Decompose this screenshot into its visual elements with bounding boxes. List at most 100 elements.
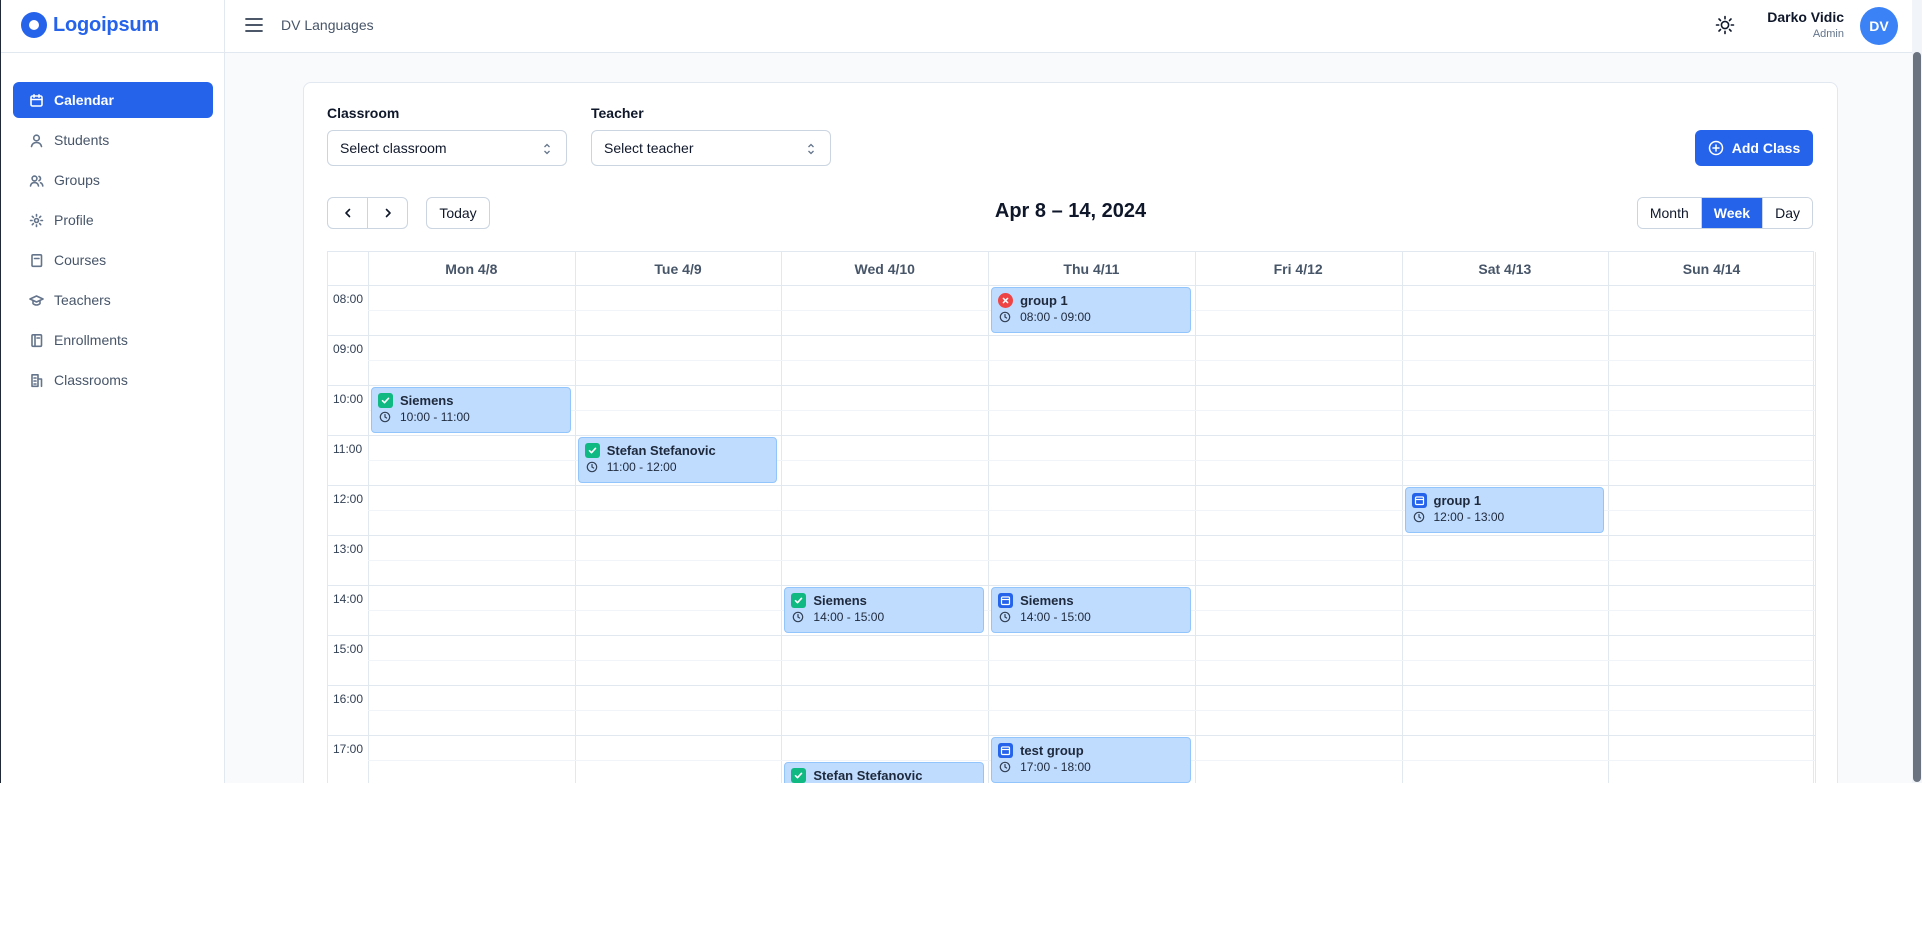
- sidebar-item-classrooms[interactable]: Classrooms: [13, 362, 213, 398]
- grid-column-divider: [574, 252, 576, 783]
- logo-mark-icon: [21, 12, 47, 38]
- calendar-event[interactable]: Siemens 10:00 - 11:00: [371, 387, 571, 433]
- theme-toggle-button[interactable]: [1714, 14, 1736, 36]
- sidebar-item-enrollments[interactable]: Enrollments: [13, 322, 213, 358]
- users-icon: [29, 174, 44, 187]
- time-label: 10:00: [333, 392, 364, 406]
- scrollbar[interactable]: [1912, 0, 1922, 783]
- scrollbar-thumb[interactable]: [1913, 52, 1921, 782]
- event-title: test group: [1020, 743, 1084, 758]
- calendar-event[interactable]: group 1 12:00 - 13:00: [1404, 487, 1605, 533]
- grid-hour-line: [328, 635, 1815, 636]
- classroom-select[interactable]: Select classroom: [327, 130, 567, 166]
- clock-icon: [793, 611, 804, 623]
- grid-half-hour-line: [368, 710, 1815, 711]
- grid-column-divider: [368, 252, 369, 783]
- calendar-card: Classroom Select classroom Teacher Selec…: [303, 82, 1838, 783]
- event-time: 11:00 - 12:00: [606, 460, 677, 474]
- teacher-label: Teacher: [591, 105, 644, 121]
- teacher-select-value: Select teacher: [604, 140, 694, 156]
- logo[interactable]: Logoipsum: [21, 11, 159, 39]
- sidebar-item-label: Classrooms: [54, 372, 128, 388]
- sun-icon: [1715, 15, 1735, 35]
- check-icon: [791, 593, 807, 608]
- view-day-button[interactable]: Day: [1763, 198, 1812, 228]
- time-label: 11:00: [333, 442, 363, 456]
- event-time-row: 11:00 - 12:00: [585, 459, 771, 475]
- event-title-row: Stefan Stefanovic: [584, 442, 771, 459]
- time-label: 16:00: [333, 692, 364, 706]
- hamburger-icon: [245, 18, 263, 32]
- event-time: 10:00 - 11:00: [400, 410, 470, 424]
- sidebar-item-groups[interactable]: Groups: [13, 162, 213, 198]
- sidebar-item-profile[interactable]: Profile: [13, 202, 213, 238]
- app-name: DV Languages: [281, 17, 374, 33]
- calendar-event[interactable]: test group 17:00 - 18:00: [991, 737, 1191, 783]
- view-week-button[interactable]: Week: [1701, 198, 1764, 228]
- grid-hour-line: [328, 685, 1815, 686]
- clock-icon: [999, 311, 1011, 323]
- event-title: Siemens: [813, 593, 867, 608]
- event-time: 12:00 - 13:00: [1433, 510, 1505, 524]
- menu-toggle-button[interactable]: [243, 14, 265, 36]
- sidebar-item-teachers[interactable]: Teachers: [13, 282, 213, 318]
- clock-icon: [379, 411, 391, 423]
- sidebar-item-students[interactable]: Students: [13, 122, 213, 158]
- user-icon: [30, 133, 43, 147]
- plus-circle-icon: [1708, 140, 1724, 156]
- event-time: 14:00 - 15:00: [813, 610, 885, 624]
- date-range-title: Apr 8 – 14, 2024: [994, 200, 1147, 222]
- user-role: Admin: [1812, 28, 1844, 40]
- add-class-button[interactable]: Add Class: [1695, 130, 1813, 166]
- event-time-row: 14:00 - 15:00: [791, 609, 977, 625]
- notebook-icon: [31, 333, 43, 347]
- sidebar-item-label: Enrollments: [54, 332, 128, 348]
- event-time: 08:00 - 09:00: [1020, 310, 1091, 324]
- sidebar-item-calendar[interactable]: Calendar: [13, 82, 213, 118]
- event-title-row: test group: [998, 742, 1184, 759]
- event-title-row: Stefan Stefanovic: [791, 767, 977, 783]
- calendar-event[interactable]: group 1 08:00 - 09:00: [991, 287, 1191, 333]
- time-label: 13:00: [333, 542, 364, 556]
- calendar-icon: [30, 93, 43, 107]
- grid-column-divider: [1194, 252, 1196, 783]
- sidebar: Logoipsum Calendar Students Groups Profile C…: [1, 0, 225, 783]
- grid-column-divider: [781, 252, 783, 783]
- time-label: 15:00: [333, 642, 364, 656]
- event-time: 14:00 - 15:00: [1020, 610, 1091, 624]
- time-label: 08:00: [333, 292, 364, 306]
- calendar-event[interactable]: Siemens 14:00 - 15:00: [991, 587, 1191, 633]
- grid-hour-line: [328, 435, 1815, 436]
- graduation-cap-icon: [29, 294, 44, 306]
- clock-icon: [586, 461, 597, 473]
- event-time-row: 17:00 - 18:00: [998, 759, 1184, 775]
- sidebar-item-label: Courses: [54, 252, 107, 268]
- user-name: Darko Vidic: [1767, 9, 1844, 25]
- app-viewport: Logoipsum Calendar Students Groups Profile C…: [0, 0, 1922, 783]
- sidebar-item-label: Students: [54, 132, 110, 148]
- teacher-select[interactable]: Select teacher: [591, 130, 831, 166]
- book-icon: [31, 253, 43, 267]
- calendar-event[interactable]: Stefan Stefanovic: [784, 762, 985, 783]
- check-icon: [584, 443, 600, 458]
- event-title-row: group 1: [998, 292, 1184, 309]
- event-title: Stefan Stefanovic: [606, 443, 716, 458]
- grid-hour-line: [328, 335, 1815, 336]
- grid-half-hour-line: [368, 660, 1815, 661]
- calendar-event[interactable]: Siemens 14:00 - 15:00: [784, 587, 985, 633]
- top-header: DV Languages Darko Vidic Admin DV: [225, 0, 1922, 53]
- grid-half-hour-line: [368, 360, 1815, 361]
- time-label: 12:00: [333, 492, 364, 506]
- calendar-event[interactable]: Stefan Stefanovic 11:00 - 12:00: [577, 437, 778, 483]
- sidebar-item-courses[interactable]: Courses: [13, 242, 213, 278]
- clock-icon: [999, 611, 1011, 623]
- time-label: 17:00: [333, 742, 364, 756]
- view-month-button[interactable]: Month: [1637, 198, 1702, 228]
- time-label: 09:00: [333, 342, 364, 356]
- day-header: Fri 4/12: [1273, 260, 1323, 277]
- event-time-row: 14:00 - 15:00: [998, 609, 1184, 625]
- day-header: Sun 4/14: [1682, 260, 1741, 277]
- building-icon: [31, 373, 43, 387]
- avatar[interactable]: DV: [1860, 7, 1898, 45]
- event-title: Stefan Stefanovic: [813, 768, 923, 783]
